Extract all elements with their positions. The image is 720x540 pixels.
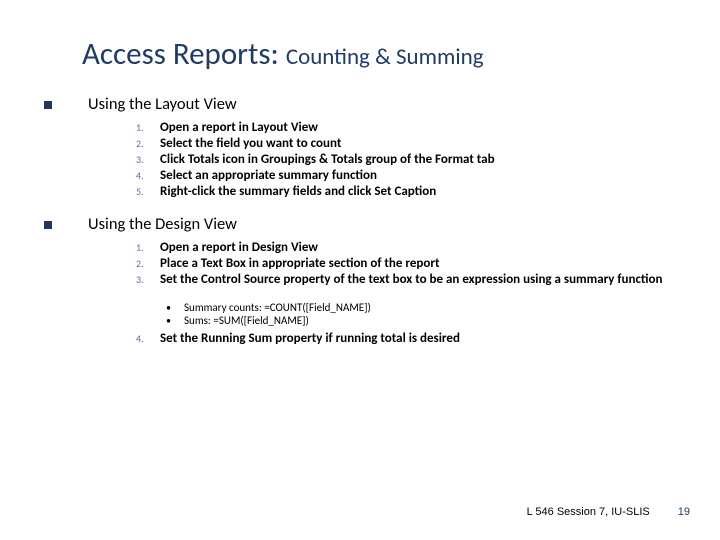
page-number: 19 <box>678 506 690 518</box>
sub-list-item: •Summary counts: =COUNT([Field_NAME]) <box>166 301 676 314</box>
list-number: 3. <box>136 273 160 286</box>
bullet-icon: • <box>166 314 184 327</box>
section-row: Using the Design View <box>44 213 676 234</box>
square-bullet-icon <box>44 221 52 229</box>
list-text: Place a Text Box in appropriate section … <box>160 256 439 271</box>
list-item: 5.Right-click the summary fields and cli… <box>136 184 676 199</box>
list-text: Open a report in Design View <box>160 240 318 255</box>
list-number: 1. <box>136 241 160 254</box>
list-text: Set the Control Source property of the t… <box>160 272 662 287</box>
list-number: 4. <box>136 169 160 182</box>
bullet-icon: • <box>166 301 184 314</box>
list-text: Open a report in Layout View <box>160 120 318 135</box>
slide: Access Reports: Counting & Summing Using… <box>0 0 720 540</box>
section-heading: Using the Design View <box>88 214 237 234</box>
list-item: 1.Open a report in Design View <box>136 240 676 255</box>
list-item: 4. Set the Running Sum property if runni… <box>136 331 676 346</box>
text-bold: Running Sum <box>201 331 272 346</box>
section-heading: Using the Layout View <box>88 94 237 114</box>
list-item: 2.Select the field you want to count <box>136 136 676 151</box>
text-post: property of the text box to be an expres… <box>280 272 662 287</box>
list-number: 2. <box>136 137 160 150</box>
list-number: 5. <box>136 185 160 198</box>
section-row: Using the Layout View <box>44 93 676 114</box>
list-item: 2.Place a Text Box in appropriate sectio… <box>136 256 676 271</box>
list-item: 1.Open a report in Layout View <box>136 120 676 135</box>
text-post: property if running total is desired <box>272 331 460 346</box>
square-bullet-icon <box>44 101 52 109</box>
ordered-list: 1.Open a report in Design View 2.Place a… <box>136 240 676 287</box>
page-title: Access Reports: Counting & Summing <box>82 34 676 73</box>
sub-list: •Summary counts: =COUNT([Field_NAME]) •S… <box>166 301 676 327</box>
sub-list-text: Sums: =SUM([Field_NAME]) <box>184 314 309 327</box>
footer-source: L 546 Session 7, IU-SLIS <box>527 506 650 518</box>
list-text: Right-click the summary fields and click… <box>160 184 436 199</box>
title-sub: Counting & Summing <box>286 43 484 71</box>
title-main: Access Reports: <box>82 35 286 73</box>
list-number: 3. <box>136 153 160 166</box>
list-item: 3.Click Totals icon in Groupings & Total… <box>136 152 676 167</box>
list-text: Set the Running Sum property if running … <box>160 331 460 346</box>
footer: L 546 Session 7, IU-SLIS 19 <box>527 506 690 518</box>
list-item: 4.Select an appropriate summary function <box>136 168 676 183</box>
text-bold: Control Source <box>201 272 280 287</box>
list-text: Select an appropriate summary function <box>160 168 377 183</box>
list-text: Click Totals icon in Groupings & Totals … <box>160 152 495 167</box>
list-text: Select the field you want to count <box>160 136 341 151</box>
sub-list-text: Summary counts: =COUNT([Field_NAME]) <box>184 301 371 314</box>
ordered-list: 1.Open a report in Layout View 2.Select … <box>136 120 676 199</box>
text-pre: Set the <box>160 272 201 287</box>
list-number: 1. <box>136 121 160 134</box>
section-layout-view: Using the Layout View 1.Open a report in… <box>44 93 676 199</box>
list-number: 2. <box>136 257 160 270</box>
list-number: 4. <box>136 332 160 345</box>
section-design-view: Using the Design View 1.Open a report in… <box>44 213 676 346</box>
text-pre: Set the <box>160 331 201 346</box>
list-item: 3. Set the Control Source property of th… <box>136 272 676 287</box>
sub-list-item: •Sums: =SUM([Field_NAME]) <box>166 314 676 327</box>
ordered-list-cont: 4. Set the Running Sum property if runni… <box>136 331 676 346</box>
